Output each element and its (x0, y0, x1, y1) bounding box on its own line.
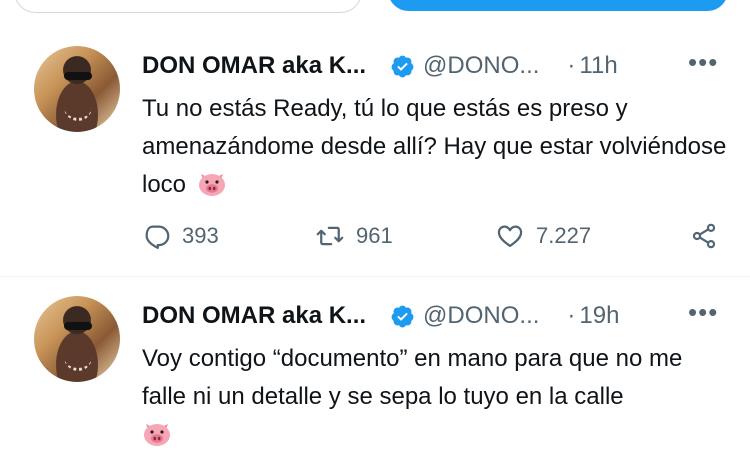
tweet[interactable]: DON OMAR aka K... @DONO... · 11h ••• Tu … (0, 38, 750, 277)
pig-face-icon (198, 174, 225, 196)
timestamp[interactable]: 19h (579, 302, 619, 330)
tweet-text-content: Voy contigo “documento” en mano para que… (142, 345, 683, 410)
tweet-actions: 393 961 7.227 (142, 218, 732, 254)
share-button[interactable] (690, 218, 718, 254)
tweet-text-content: Tu no estás Ready, tú lo que estás es pr… (142, 95, 727, 198)
reply-icon (145, 225, 170, 250)
reply-count: 393 (182, 223, 219, 248)
display-name[interactable]: DON OMAR aka K... (142, 52, 366, 80)
more-options-icon[interactable]: ••• (688, 299, 718, 328)
tweet[interactable]: DON OMAR aka K... @DONO... · 19h ••• Voy… (0, 288, 750, 458)
verified-badge-icon (391, 305, 414, 327)
tweet-text: Voy contigo “documento” en mano para que… (142, 340, 732, 454)
heart-icon (497, 225, 523, 248)
separator-dot: · (567, 52, 576, 79)
retweet-icon (316, 226, 344, 246)
share-icon (692, 223, 716, 249)
like-count: 7.227 (536, 223, 592, 248)
tweet-text: Tu no estás Ready, tú lo que estás es pr… (142, 90, 732, 204)
avatar-glasses (64, 72, 92, 80)
retweet-button[interactable]: 961 (316, 218, 393, 254)
avatar[interactable] (34, 46, 120, 132)
avatar-glasses (64, 322, 92, 330)
avatar-chain (64, 354, 92, 371)
tweet-header: DON OMAR aka K... @DONO... · 19h (142, 300, 619, 332)
handle[interactable]: @DONO... (423, 302, 539, 330)
avatar-chain (64, 104, 92, 121)
pig-face-icon (144, 424, 170, 446)
timestamp[interactable]: 11h (579, 52, 617, 80)
avatar[interactable] (34, 296, 120, 382)
separator-dot: · (567, 302, 576, 329)
reply-button[interactable]: 393 (142, 218, 219, 254)
verified-badge-icon (391, 55, 414, 77)
display-name[interactable]: DON OMAR aka K... (142, 302, 366, 330)
tweet-header: DON OMAR aka K... @DONO... · 11h (142, 50, 618, 82)
like-button[interactable]: 7.227 (496, 218, 591, 254)
top-primary-button[interactable] (388, 0, 728, 11)
retweet-count: 961 (356, 223, 393, 248)
top-secondary-button[interactable] (14, 0, 362, 13)
more-options-icon[interactable]: ••• (688, 49, 718, 78)
handle[interactable]: @DONO... (423, 52, 539, 80)
